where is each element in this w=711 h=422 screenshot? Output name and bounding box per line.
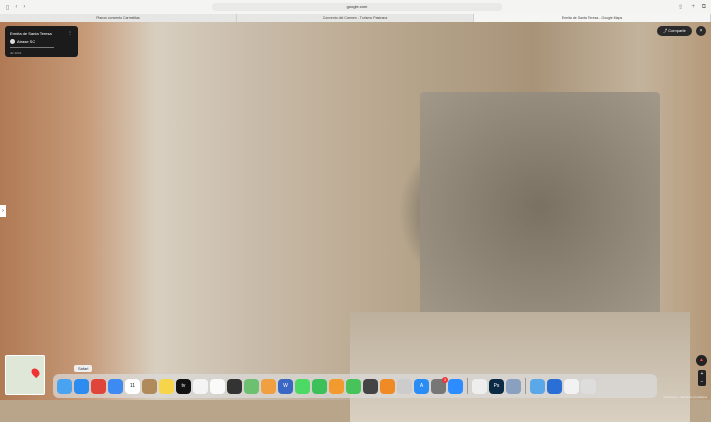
dock-app-preview[interactable] (506, 378, 521, 394)
dock: 11 tv W A 3 Ps (53, 374, 657, 398)
dock-app-facetime[interactable] (312, 378, 327, 394)
dock-separator (467, 378, 468, 394)
close-button[interactable]: × (696, 26, 706, 36)
dock-separator (525, 378, 526, 394)
wall-niche (420, 92, 660, 322)
dock-app-tv[interactable]: tv (176, 378, 191, 394)
dock-app-photoshop[interactable]: Ps (489, 378, 504, 394)
dock-app-textedit[interactable] (472, 378, 487, 394)
dock-app-notes[interactable] (159, 378, 174, 394)
tab-planos[interactable]: Planos convento Carmelitas (0, 14, 237, 22)
street-view-panorama[interactable] (0, 22, 711, 422)
dock-app-contacts[interactable] (142, 378, 157, 394)
minimap[interactable] (5, 355, 45, 395)
sidebar-icon[interactable]: ▯ (6, 4, 9, 11)
dock-app-pages[interactable] (329, 378, 344, 394)
dock-app-messages[interactable] (295, 378, 310, 394)
dock-app-finder[interactable] (57, 378, 72, 394)
footer-links[interactable]: Condiciones · Informar de un problema (664, 396, 707, 399)
avatar (10, 39, 15, 44)
zoom-control: + − (698, 370, 706, 386)
dock-app-system-settings[interactable]: 3 (431, 376, 448, 394)
dock-tooltip: Safari (74, 365, 93, 372)
more-icon[interactable]: ⋮ (68, 30, 72, 35)
place-info-card: Ermita de Santa Teresa Atrase SC dic 202… (5, 26, 78, 57)
browser-toolbar: ▯ ‹ › google.com ⇧ + ⧉ (0, 0, 711, 14)
dock-app-safari[interactable] (74, 378, 89, 394)
dock-app-books[interactable] (380, 378, 395, 394)
zoom-in-button[interactable]: + (698, 370, 706, 378)
share-label: Compartir (668, 28, 686, 33)
dock-app-screenshot[interactable] (227, 378, 242, 394)
share-button[interactable]: ⤴ Compartir (657, 26, 692, 36)
place-title: Ermita de Santa Teresa (10, 31, 52, 36)
dock-app-numbers[interactable] (346, 378, 361, 394)
dock-app-mail[interactable] (108, 378, 123, 394)
dock-app-app-store[interactable]: A (414, 378, 429, 394)
author-name[interactable]: Atrase SC (17, 39, 35, 44)
forward-icon[interactable]: › (23, 4, 25, 10)
dock-app-photos[interactable] (261, 378, 276, 394)
tabs-overview-icon[interactable]: ⧉ (702, 4, 706, 11)
dock-app-wordpress[interactable]: W (278, 378, 293, 394)
dock-app-maps[interactable] (244, 378, 259, 394)
dock-app-downloads-folder[interactable] (530, 378, 545, 394)
niche-floor (350, 312, 690, 422)
dock-app-restrictions[interactable] (397, 378, 412, 394)
divider (10, 47, 54, 48)
dock-app-zoom[interactable] (448, 378, 463, 394)
dock-app-calendar[interactable]: 11 (125, 378, 140, 394)
dock-app-freeform[interactable] (193, 378, 208, 394)
capture-date: dic 2022 (10, 51, 22, 55)
dock-app-reminders[interactable] (210, 378, 225, 394)
new-tab-icon[interactable]: + (691, 4, 695, 10)
back-icon[interactable]: ‹ (15, 4, 17, 10)
compass-icon[interactable]: ▲ (696, 355, 707, 366)
dock-app-chrome[interactable] (91, 378, 106, 394)
share-icon[interactable]: ⇧ (678, 4, 683, 11)
dock-app-calculator[interactable] (363, 378, 378, 394)
tab-maps[interactable]: Ermita de Santa Teresa - Google Maps (474, 14, 711, 22)
location-pin-icon (29, 366, 42, 379)
address-bar[interactable]: google.com (212, 3, 502, 11)
dock-app-drive[interactable] (564, 378, 579, 394)
zoom-out-button[interactable]: − (698, 378, 706, 386)
dock-app-network[interactable] (547, 378, 562, 394)
tab-convento[interactable]: Convento del Carmen - Turismo Pastrana (237, 14, 474, 22)
dock-app-trash[interactable] (581, 378, 596, 394)
tab-bar: Planos convento Carmelitas Convento del … (0, 14, 711, 22)
collapse-arrow-icon[interactable]: › (0, 205, 6, 217)
